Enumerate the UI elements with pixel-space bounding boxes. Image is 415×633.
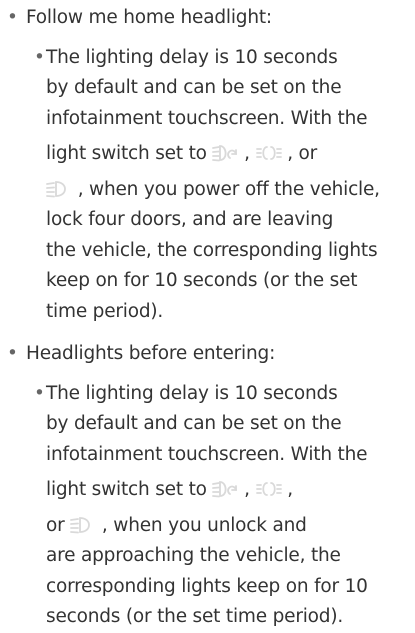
- text-line: The lighting delay is 10 seconds: [46, 382, 338, 404]
- text-line: lock four doors, and are leaving: [46, 209, 334, 230]
- separator: ,: [244, 143, 250, 164]
- position-light-icon: [255, 143, 282, 163]
- text-fragment: , when you power off the vehicle,: [77, 178, 380, 200]
- text-line: , when you power off the vehicle,: [46, 175, 411, 206]
- text-line: The lighting delay is 10 seconds: [46, 46, 338, 68]
- bullet-follow-me-home: • Follow me home headlight:: [7, 3, 415, 34]
- text-line: by default and can be set on the: [46, 77, 342, 98]
- position-light-icon: [255, 479, 282, 499]
- manual-page: • Follow me home headlight: • The lighti…: [0, 3, 415, 627]
- bullet-marker: •: [7, 7, 18, 28]
- sub-bullet-follow-me-home: • The lighting delay is 10 seconds by de…: [34, 43, 411, 328]
- text-line: light switch set to ,: [46, 139, 411, 170]
- text-line: keep on for 10 seconds (or the set: [46, 270, 358, 291]
- text-line: by default and can be set on the: [46, 413, 342, 434]
- text-line: or , when you unlock and: [46, 511, 411, 542]
- text-line: infotainment touchscreen. With the: [46, 443, 368, 465]
- sub-bullet-headlights-before-entering: • The lighting delay is 10 seconds by de…: [34, 379, 411, 633]
- text-fragment: or: [46, 514, 65, 536]
- text-line: the vehicle, the corresponding lights: [46, 239, 378, 261]
- section-heading: Follow me home headlight:: [26, 7, 272, 28]
- auto-light-icon: [212, 143, 238, 163]
- auto-light-icon: [212, 479, 238, 499]
- separator: ,: [287, 479, 293, 500]
- text-line: corresponding lights keep on for 10: [46, 575, 368, 597]
- sub-bullet-marker: •: [34, 382, 45, 404]
- text-line: time period).: [46, 300, 164, 322]
- separator: , or: [287, 143, 318, 164]
- low-beam-icon: [46, 179, 72, 199]
- section-heading: Headlights before entering:: [26, 343, 276, 364]
- text-fragment: light switch set to: [46, 479, 207, 500]
- separator: ,: [244, 479, 250, 500]
- text-line: light switch set to ,: [46, 475, 411, 506]
- sub-bullet-marker: •: [34, 46, 45, 68]
- low-beam-icon: [70, 515, 96, 535]
- bullet-marker: •: [7, 343, 18, 364]
- bullet-headlights-before-entering: • Headlights before entering:: [7, 339, 415, 370]
- text-fragment: , when you unlock and: [101, 514, 307, 536]
- text-line: are approaching the vehicle, the: [46, 545, 341, 566]
- text-line: infotainment touchscreen. With the: [46, 107, 368, 129]
- text-line: seconds (or the set time period).: [46, 606, 344, 627]
- text-fragment: light switch set to: [46, 143, 207, 164]
